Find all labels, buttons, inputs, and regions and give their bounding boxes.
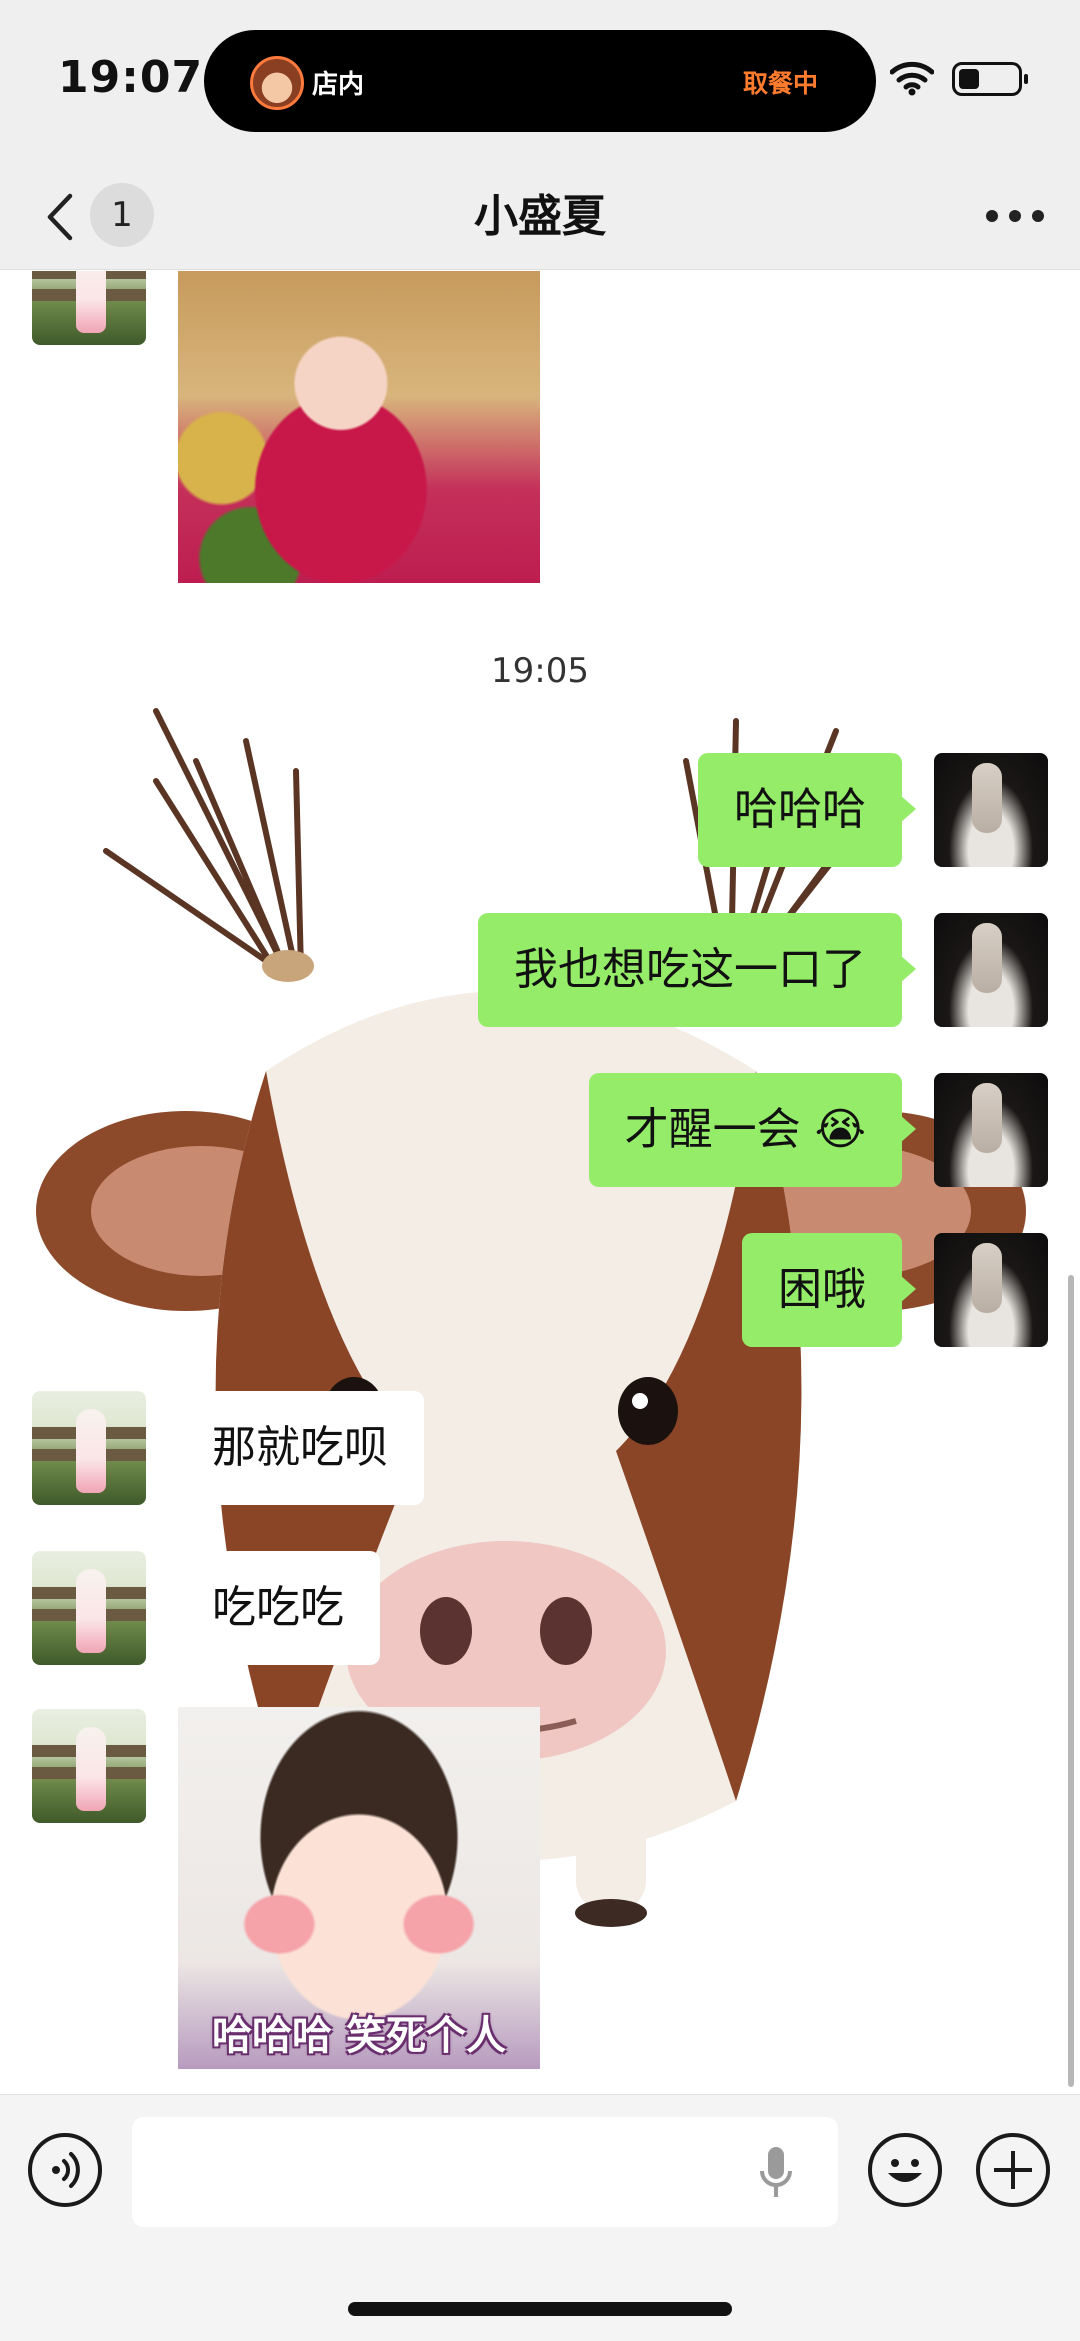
sticker-image[interactable]: 哈哈哈 笑死个人 bbox=[178, 1707, 540, 2069]
sent-message-bubble[interactable]: 才醒一会 😭 bbox=[588, 1073, 917, 1187]
plus-icon bbox=[994, 2151, 1032, 2189]
sticker-image[interactable] bbox=[178, 271, 540, 583]
island-label: 店内 bbox=[312, 70, 365, 100]
status-time: 19:07 bbox=[58, 52, 204, 103]
more-actions-button[interactable] bbox=[976, 2133, 1050, 2207]
my-avatar[interactable] bbox=[934, 1233, 1048, 1347]
sent-message-bubble[interactable]: 哈哈哈 bbox=[698, 753, 916, 867]
emoji-button[interactable] bbox=[868, 2133, 942, 2207]
received-message-bubble[interactable]: 吃吃吃 bbox=[162, 1551, 380, 1665]
chat-area[interactable]: 19:05 哈哈哈 我也想吃这一口了 才醒一会 😭 困哦 那就吃呗 吃吃吃 哈哈… bbox=[0, 271, 1080, 2094]
contact-avatar[interactable] bbox=[32, 1551, 146, 1665]
sticker-caption: 哈哈哈 笑死个人 bbox=[212, 2013, 506, 2059]
smiley-icon bbox=[888, 2159, 922, 2182]
message-input[interactable] bbox=[132, 2117, 838, 2227]
microphone-icon[interactable] bbox=[758, 2145, 794, 2201]
home-indicator bbox=[348, 2302, 732, 2316]
my-avatar[interactable] bbox=[934, 753, 1048, 867]
dot-icon bbox=[986, 210, 998, 222]
battery-icon bbox=[952, 62, 1028, 96]
contact-avatar[interactable] bbox=[32, 271, 146, 345]
my-avatar[interactable] bbox=[934, 1073, 1048, 1187]
dot-icon bbox=[1009, 210, 1021, 222]
received-message-bubble[interactable]: 那就吃呗 bbox=[162, 1391, 424, 1505]
island-status: 取餐中 bbox=[742, 69, 818, 98]
voice-icon bbox=[52, 2152, 80, 2188]
wifi-icon bbox=[890, 61, 934, 96]
sent-message-bubble[interactable]: 困哦 bbox=[742, 1233, 916, 1347]
nav-bar: 1 小盛夏 bbox=[0, 160, 1080, 270]
contact-avatar[interactable] bbox=[32, 1391, 146, 1505]
sent-message-bubble[interactable]: 我也想吃这一口了 bbox=[478, 913, 916, 1027]
dot-icon bbox=[1032, 210, 1044, 222]
contact-avatar[interactable] bbox=[32, 1709, 146, 1823]
my-avatar[interactable] bbox=[934, 913, 1048, 1027]
voice-toggle-button[interactable] bbox=[28, 2133, 102, 2207]
chat-title: 小盛夏 bbox=[474, 191, 606, 242]
dynamic-island[interactable]: 店内 取餐中 bbox=[204, 30, 876, 132]
island-avatar bbox=[250, 56, 304, 110]
status-bar: 19:07 店内 取餐中 bbox=[0, 0, 1080, 160]
scrollbar[interactable] bbox=[1068, 1275, 1074, 2087]
more-button[interactable] bbox=[982, 190, 1048, 240]
